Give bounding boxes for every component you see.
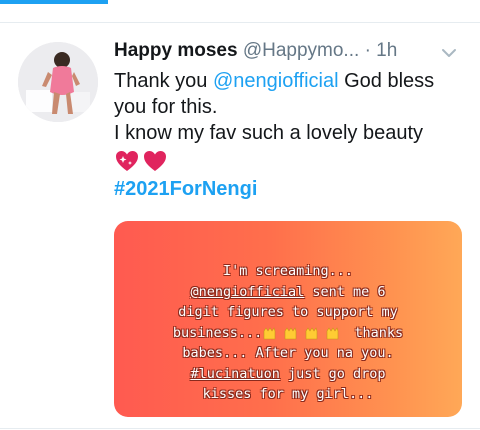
chevron-down-icon[interactable] <box>440 44 458 62</box>
image-text-line-2: @nengiofficial sent me 6 <box>114 282 462 303</box>
divider <box>0 428 480 429</box>
active-tab-indicator <box>0 0 108 4</box>
separator: · <box>364 40 371 61</box>
image-text-line-1: I'm screaming... <box>222 263 354 279</box>
timestamp[interactable]: 1h <box>376 40 397 61</box>
image-mention: @nengiofficial <box>190 283 305 300</box>
tweet-line-3: I know my fav such a lovely beauty <box>114 122 424 144</box>
tweet-text: Thank you @nengiofficial God bless you f… <box>114 68 474 202</box>
tweet-header: Happy moses @Happymo... · 1h <box>114 40 474 68</box>
image-text-line-7: kisses for my girl... <box>202 386 374 402</box>
attached-image[interactable]: I'm screaming... @nengiofficial sent me … <box>114 221 462 417</box>
image-hashtag: #lucinatuon <box>190 365 280 382</box>
text-fragment: sent me 6 <box>304 283 386 300</box>
author-name[interactable]: Happy moses <box>114 40 238 61</box>
raised-hands-icon <box>263 326 339 339</box>
image-text-line-4: business... thanks <box>114 323 462 344</box>
divider <box>0 22 480 23</box>
red-heart-icon <box>144 151 166 171</box>
text-fragment: Thank you <box>114 70 213 92</box>
author-handle[interactable]: @Happymo... <box>243 40 359 61</box>
emoji-row <box>114 146 474 176</box>
avatar[interactable] <box>18 42 98 122</box>
sparkling-heart-icon <box>116 151 138 171</box>
image-text: I'm screaming... @nengiofficial sent me … <box>114 261 462 405</box>
mention-link[interactable]: @nengiofficial <box>213 70 339 92</box>
image-text-line-6: #lucinatuon just go drop <box>114 364 462 385</box>
image-text-line-3: digit figures to support my <box>178 304 398 320</box>
text-fragment: just go drop <box>279 365 386 382</box>
hashtag-link[interactable]: #2021ForNengi <box>114 176 474 202</box>
tweet-line-1: Thank you @nengiofficial God bless <box>114 68 474 94</box>
text-fragment: God bless <box>338 70 435 92</box>
avatar-photo <box>18 42 98 122</box>
image-text-line-5: babes... After you na you. <box>182 345 394 361</box>
text-fragment: business... <box>172 324 263 341</box>
tweet-line-2: you for this. <box>114 96 218 118</box>
text-fragment: thanks <box>346 324 404 341</box>
